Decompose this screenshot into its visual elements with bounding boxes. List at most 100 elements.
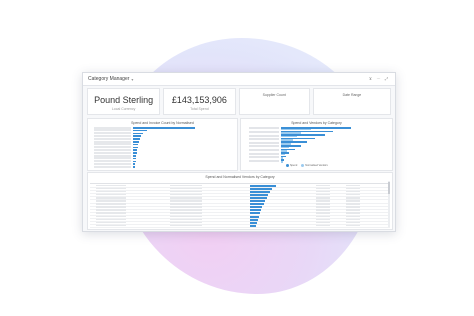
chart-bar xyxy=(133,160,136,163)
table-cell-placeholder xyxy=(170,221,202,224)
axis-tick-placeholder xyxy=(249,141,279,144)
table-cell-placeholder xyxy=(96,215,126,218)
table-cell-placeholder xyxy=(316,215,330,218)
axis-tick-placeholder xyxy=(249,149,279,151)
chart-bar xyxy=(133,135,141,137)
table-cell-placeholder xyxy=(316,221,330,224)
expand-icon[interactable]: ⤢ xyxy=(384,76,389,81)
table-cell-placeholder xyxy=(96,196,126,199)
table-cell-placeholder xyxy=(316,224,330,227)
spend-invoice-chart-panel[interactable]: Spend and Invoice Count by Normalised xyxy=(87,118,238,171)
table-bar xyxy=(250,224,256,227)
legend-label: Spend xyxy=(290,164,298,168)
table-cell-placeholder xyxy=(170,215,202,218)
dashboard-window: Category Manager ▾ ⊻ ⋯ ⤢ Pound Sterling … xyxy=(82,72,396,232)
table-cell-placeholder xyxy=(316,190,330,193)
table-cell-placeholder xyxy=(316,206,330,208)
legend-swatch xyxy=(301,164,305,167)
spend-table-panel: Spend and Normalised Vendors by Category xyxy=(87,172,393,230)
chart-bar xyxy=(133,132,143,135)
axis-tick-placeholder xyxy=(249,159,279,162)
chart-bar xyxy=(133,143,138,146)
kpi-card-total-spend[interactable]: £143,153,906 Total Spend xyxy=(163,88,236,115)
kpi-label: Date Range xyxy=(342,93,362,97)
table-cell-placeholder xyxy=(170,184,202,187)
table-cell-placeholder xyxy=(346,215,360,218)
chart-bar xyxy=(133,146,138,149)
table-cell-placeholder xyxy=(96,206,126,208)
table-cell-placeholder xyxy=(96,190,126,193)
table-cell-placeholder xyxy=(96,184,126,187)
axis-tick-placeholder xyxy=(94,146,131,149)
legend-item-spend: Spend xyxy=(286,164,297,167)
more-icon[interactable]: ⋯ xyxy=(376,76,381,81)
table-cell-placeholder xyxy=(316,203,330,205)
legend-item-vendors: Normalised Vendors xyxy=(301,164,328,167)
table-cell-placeholder xyxy=(346,193,360,196)
table-cell-placeholder xyxy=(170,203,202,205)
panel-title: Spend and Vendors by Category xyxy=(291,121,342,125)
axis-tick-placeholder xyxy=(94,149,131,151)
table-cell-placeholder xyxy=(346,203,360,205)
table-cell-placeholder xyxy=(96,200,126,202)
kpi-subtitle: Total Spend xyxy=(190,107,209,111)
axis-tick-placeholder xyxy=(94,165,131,168)
kpi-card-currency[interactable]: Pound Sterling Local Currency xyxy=(87,88,161,115)
table-cell-placeholder xyxy=(316,209,330,211)
scrollbar-thumb[interactable] xyxy=(388,182,390,194)
kpi-value: £143,153,906 xyxy=(171,95,227,105)
table-cell-placeholder xyxy=(346,187,360,190)
chart-bar xyxy=(133,138,140,140)
table-cell-placeholder xyxy=(170,206,202,208)
table-cell-placeholder xyxy=(96,187,126,190)
chart-bar xyxy=(133,152,137,154)
table-cell-placeholder xyxy=(346,200,360,202)
table-cell-placeholder xyxy=(170,196,202,199)
table-cell-placeholder xyxy=(170,200,202,202)
legend-swatch xyxy=(286,164,289,167)
table-cell-placeholder xyxy=(96,218,126,221)
table-cell-placeholder xyxy=(346,212,360,215)
table-cell-placeholder xyxy=(170,212,202,215)
axis-tick-placeholder xyxy=(249,134,279,137)
table-cell-placeholder xyxy=(96,224,126,227)
axis-tick-placeholder xyxy=(94,129,131,132)
table-cell-placeholder xyxy=(96,209,126,211)
spend-vendors-chart-panel[interactable]: Spend and Vendors by Category Spend Norm… xyxy=(240,118,393,171)
axis-tick-placeholder xyxy=(94,140,131,143)
axis-tick-placeholder xyxy=(249,156,279,159)
table-cell-placeholder xyxy=(170,190,202,193)
axis-tick-placeholder xyxy=(249,152,279,155)
axis-tick-placeholder xyxy=(249,145,279,148)
table-cell-placeholder xyxy=(346,206,360,208)
filter-icon[interactable]: ⊻ xyxy=(368,76,373,81)
chevron-down-icon[interactable]: ▾ xyxy=(131,77,133,82)
table-cell-placeholder xyxy=(170,193,202,196)
chart-bar xyxy=(133,157,136,160)
chart-bar xyxy=(133,129,147,132)
table-cell-placeholder xyxy=(316,187,330,190)
table-cell-placeholder xyxy=(346,221,360,224)
axis-tick-placeholder xyxy=(94,137,131,140)
chart-bar xyxy=(133,166,135,168)
chart-legend: Spend Normalised Vendors xyxy=(286,164,328,167)
axis-tick-placeholder xyxy=(249,138,279,141)
table-cell-placeholder xyxy=(316,218,330,221)
kpi-card-date-range[interactable]: Date Range xyxy=(312,88,391,115)
table-cell-placeholder xyxy=(316,184,330,187)
kpi-label: Supplier Count xyxy=(262,93,286,97)
window-title: Category Manager xyxy=(88,76,130,82)
axis-tick-placeholder xyxy=(94,154,131,157)
table-cell-placeholder xyxy=(96,221,126,224)
kpi-card-supplier-count[interactable]: Supplier Count xyxy=(238,88,310,115)
chart-bar xyxy=(133,155,136,157)
axis-tick-placeholder xyxy=(249,131,279,133)
table-row[interactable] xyxy=(90,224,390,229)
table-cell-placeholder xyxy=(96,203,126,205)
axis-tick-placeholder xyxy=(94,132,131,135)
chart-bar xyxy=(133,149,137,151)
table-cell-placeholder xyxy=(316,193,330,196)
table-cell-placeholder xyxy=(316,196,330,199)
axis-tick-placeholder xyxy=(94,143,131,146)
table-cell-placeholder xyxy=(96,212,126,215)
